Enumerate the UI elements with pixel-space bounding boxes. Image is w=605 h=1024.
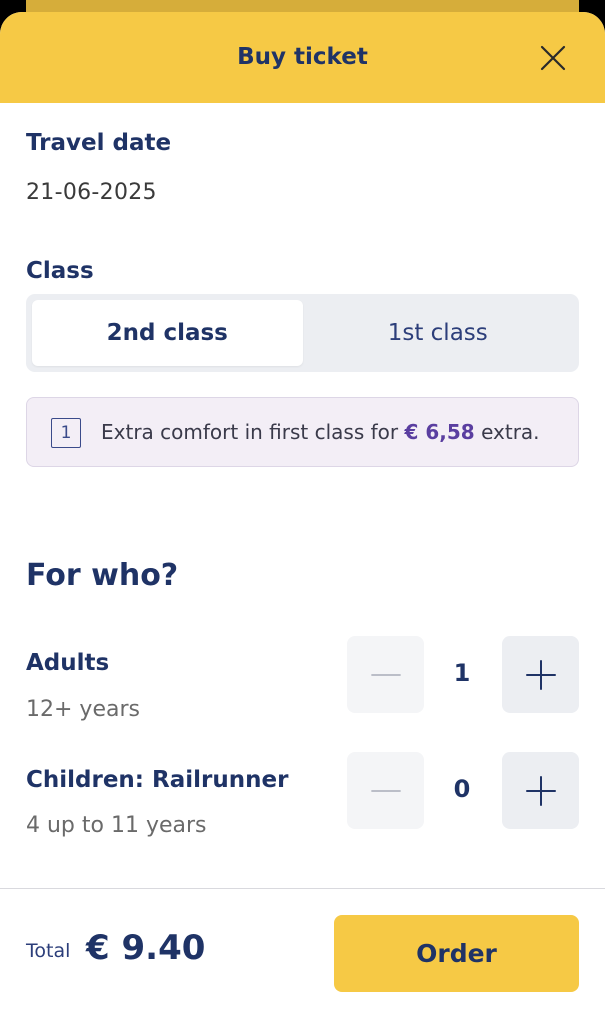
sheet-header: Buy ticket [0, 12, 605, 103]
buy-ticket-sheet: Buy ticket [0, 12, 605, 1024]
total-price: € 9.40 [86, 928, 206, 968]
footer-divider [0, 888, 605, 889]
passengers-title: For who? [26, 558, 179, 593]
adults-decrement-button[interactable] [347, 636, 424, 713]
travel-date-value[interactable]: 21-06-2025 [26, 180, 157, 205]
close-icon [540, 45, 566, 71]
children-count: 0 [453, 775, 471, 803]
first-class-option[interactable]: 1st class [303, 300, 574, 366]
first-class-icon: 1 [51, 418, 81, 448]
adults-subtitle: 12+ years [26, 697, 140, 722]
travel-date-label: Travel date [26, 130, 172, 156]
close-button[interactable] [537, 42, 569, 74]
adults-title: Adults [26, 650, 110, 676]
plus-icon [525, 659, 556, 690]
adults-count: 1 [453, 659, 471, 687]
order-button[interactable]: Order [334, 915, 579, 992]
children-decrement-button[interactable] [347, 752, 424, 829]
info-text-after: extra. [481, 420, 540, 444]
class-segmented-control: 2nd class 1st class [26, 294, 579, 372]
plus-icon [525, 775, 556, 806]
info-price: € 6,58 [404, 420, 475, 444]
info-text: Extra comfort in first class for € 6,58 … [101, 420, 540, 444]
children-title: Children: Railrunner [26, 767, 289, 793]
adults-increment-button[interactable] [502, 636, 579, 713]
info-text-before: Extra comfort in first class for [101, 420, 399, 444]
minus-icon [370, 673, 401, 676]
sheet-title: Buy ticket [237, 43, 368, 70]
second-class-option[interactable]: 2nd class [32, 300, 303, 366]
children-increment-button[interactable] [502, 752, 579, 829]
first-class-info-banner: 1 Extra comfort in first class for € 6,5… [26, 397, 579, 467]
class-label: Class [26, 258, 94, 284]
total-label: Total [26, 940, 71, 962]
children-subtitle: 4 up to 11 years [26, 813, 207, 838]
minus-icon [370, 789, 401, 792]
